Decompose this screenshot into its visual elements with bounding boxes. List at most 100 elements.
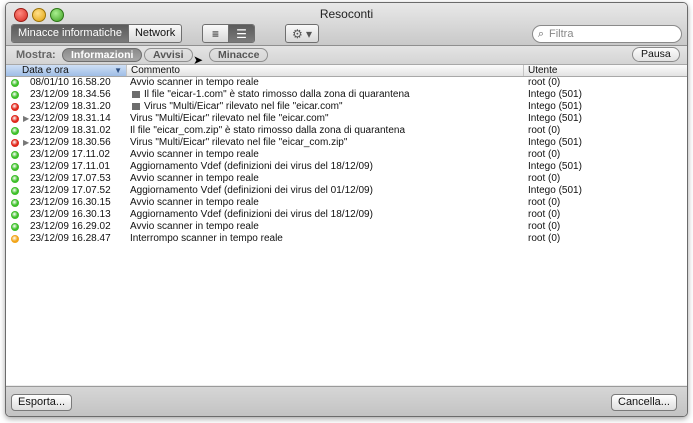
row-user: root (0): [528, 209, 561, 220]
search-input[interactable]: [549, 28, 669, 40]
table-row[interactable]: 08/01/10 16.58.20 Avvio scanner in tempo …: [6, 77, 687, 89]
row-user: root (0): [528, 233, 561, 244]
status-green-icon: [11, 127, 19, 135]
delete-button[interactable]: Cancella...: [611, 394, 677, 411]
row-user: Intego (501): [528, 185, 582, 196]
view-network-button[interactable]: Network: [127, 25, 181, 42]
search-field: ⌕: [532, 25, 682, 43]
column-user[interactable]: Utente: [524, 65, 687, 76]
sort-descending-icon: ▼: [114, 66, 122, 75]
row-comment: Virus "Multi/Eicar" rilevato nel file "e…: [130, 113, 329, 125]
mouse-pointer-icon: ➤: [193, 53, 204, 67]
status-green-icon: [11, 91, 19, 99]
row-comment-text: Avvio scanner in tempo reale: [130, 221, 259, 232]
row-comment: Aggiornamento Vdef (definizioni dei viru…: [130, 209, 373, 221]
row-user: root (0): [528, 125, 561, 136]
filter-threats-button[interactable]: Minacce: [209, 48, 269, 62]
filter-label: Mostra:: [16, 49, 56, 61]
table-row[interactable]: 23/12/09 16.29.02 Avvio scanner in tempo …: [6, 221, 687, 233]
row-date: 23/12/09 16.29.02: [30, 221, 111, 232]
flat-list-icon[interactable]: ≡: [203, 25, 228, 42]
file-icon: [132, 103, 140, 110]
row-user: Intego (501): [528, 137, 582, 148]
row-date: 23/12/09 17.07.53: [30, 173, 111, 184]
list-mode-toggle: ≡ ☰: [202, 24, 255, 43]
filter-warnings-button[interactable]: Avvisi: [144, 48, 193, 62]
status-green-icon: [11, 211, 19, 219]
disclosure-triangle-icon[interactable]: ▶: [23, 137, 29, 149]
row-date: 23/12/09 18.31.20: [30, 101, 111, 112]
table-row[interactable]: 23/12/09 17.11.01 Aggiornamento Vdef (def…: [6, 161, 687, 173]
row-comment: Avvio scanner in tempo reale: [130, 173, 259, 185]
status-green-icon: [11, 151, 19, 159]
disclosure-triangle-icon[interactable]: ▶: [23, 113, 29, 125]
row-date: 23/12/09 18.34.56: [30, 89, 111, 100]
row-date: 23/12/09 16.30.15: [30, 197, 111, 208]
row-user: root (0): [528, 77, 561, 88]
row-user: root (0): [528, 197, 561, 208]
row-user: Intego (501): [528, 161, 582, 172]
status-green-icon: [11, 79, 19, 87]
column-date[interactable]: Data e ora ▼: [6, 65, 127, 76]
row-comment-text: Virus "Multi/Eicar" rilevato nel file "e…: [130, 113, 329, 124]
row-comment-text: Aggiornamento Vdef (definizioni dei viru…: [130, 185, 373, 196]
status-green-icon: [11, 199, 19, 207]
row-date: 23/12/09 16.28.47: [30, 233, 111, 244]
row-comment: Interrompo scanner in tempo reale: [130, 233, 283, 245]
table-row[interactable]: 23/12/09 18.34.56 Il file "eicar-1.com" è…: [6, 89, 687, 101]
column-comment[interactable]: Commento: [127, 65, 524, 76]
status-green-icon: [11, 175, 19, 183]
table-row[interactable]: 23/12/09 17.07.53 Avvio scanner in tempo …: [6, 173, 687, 185]
status-green-icon: [11, 223, 19, 231]
table-header: Data e ora ▼ Commento Utente: [6, 65, 687, 77]
status-green-icon: [11, 163, 19, 171]
row-date: 23/12/09 18.31.14: [30, 113, 111, 124]
filter-info-button[interactable]: Informazioni: [62, 48, 143, 62]
row-date: 23/12/09 17.11.01: [30, 161, 110, 172]
row-date: 23/12/09 17.07.52: [30, 185, 111, 196]
row-comment: Virus "Multi/Eicar" rilevato nel file "e…: [132, 101, 343, 113]
row-comment-text: Avvio scanner in tempo reale: [130, 149, 259, 160]
table-row[interactable]: 23/12/09 16.30.13 Aggiornamento Vdef (def…: [6, 209, 687, 221]
row-user: root (0): [528, 173, 561, 184]
status-red-icon: [11, 103, 19, 111]
table-row[interactable]: 23/12/09 17.07.52 Aggiornamento Vdef (def…: [6, 185, 687, 197]
row-date: 08/01/10 16.58.20: [30, 77, 111, 88]
view-toggle: Minacce informatiche Network: [11, 24, 183, 43]
pause-button[interactable]: Pausa: [632, 47, 680, 62]
status-green-icon: [11, 187, 19, 195]
gear-menu-button[interactable]: ⚙ ▾: [285, 24, 319, 43]
view-threats-button[interactable]: Minacce informatiche: [12, 25, 128, 42]
row-comment: Avvio scanner in tempo reale: [130, 197, 259, 209]
table-row[interactable]: ▶ 23/12/09 18.30.56 Virus "Multi/Eicar" ri…: [6, 137, 687, 149]
row-comment-text: Virus "Multi/Eicar" rilevato nel file "e…: [130, 137, 348, 148]
column-date-label: Data e ora: [22, 65, 69, 76]
status-red-icon: [11, 115, 19, 123]
row-user: Intego (501): [528, 113, 582, 124]
filter-bar: Mostra: Informazioni Avvisi Minacce Paus…: [6, 46, 687, 65]
table-row[interactable]: 23/12/09 17.11.02 Avvio scanner in tempo …: [6, 149, 687, 161]
row-comment-text: Avvio scanner in tempo reale: [130, 77, 259, 88]
table-row[interactable]: 23/12/09 16.30.15 Avvio scanner in tempo …: [6, 197, 687, 209]
row-comment: Avvio scanner in tempo reale: [130, 221, 259, 233]
row-user: root (0): [528, 149, 561, 160]
row-date: 23/12/09 16.30.13: [30, 209, 111, 220]
row-user: Intego (501): [528, 101, 582, 112]
row-comment-text: Aggiornamento Vdef (definizioni dei viru…: [130, 161, 373, 172]
row-comment-text: Interrompo scanner in tempo reale: [130, 233, 283, 244]
row-date: 23/12/09 18.31.02: [30, 125, 111, 136]
row-user: Intego (501): [528, 89, 582, 100]
row-comment-text: Avvio scanner in tempo reale: [130, 173, 259, 184]
table-row[interactable]: ▶ 23/12/09 18.31.14 Virus "Multi/Eicar" ri…: [6, 113, 687, 125]
footer-bar: Esporta... Cancella...: [6, 386, 687, 416]
row-comment: Il file "eicar-1.com" è stato rimosso da…: [132, 89, 410, 101]
search-icon: ⌕: [537, 27, 545, 40]
table-row[interactable]: 23/12/09 18.31.20 Virus "Multi/Eicar" ril…: [6, 101, 687, 113]
row-comment: Avvio scanner in tempo reale: [130, 149, 259, 161]
table-row[interactable]: 23/12/09 16.28.47 Interrompo scanner in t…: [6, 233, 687, 245]
row-comment-text: Avvio scanner in tempo reale: [130, 197, 259, 208]
table-row[interactable]: 23/12/09 18.31.02 Il file "eicar_com.zip"…: [6, 125, 687, 137]
export-button[interactable]: Esporta...: [11, 394, 73, 411]
status-red-icon: [11, 139, 19, 147]
outline-list-icon[interactable]: ☰: [228, 25, 254, 42]
